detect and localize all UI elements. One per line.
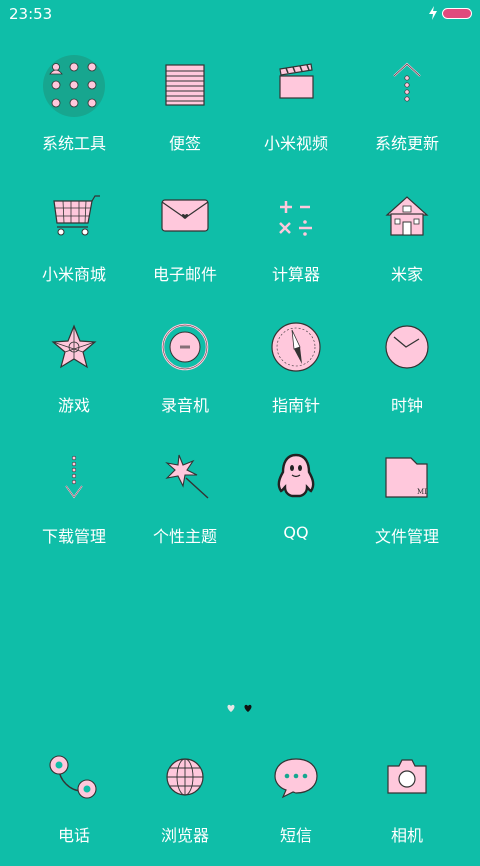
message-bubble-icon — [264, 746, 328, 810]
dock-phone[interactable]: 电话 — [19, 746, 129, 866]
app-themes[interactable]: 个性主题 — [130, 447, 240, 567]
recorder-icon — [153, 316, 217, 380]
app-calculator[interactable]: 计算器 — [241, 185, 351, 305]
app-label: 短信 — [279, 826, 312, 845]
camera-icon — [375, 746, 439, 810]
file-manager-icon: MI — [375, 447, 439, 511]
star-game-icon — [42, 316, 106, 380]
notes-icon — [153, 54, 217, 118]
page-dot-active — [244, 704, 252, 712]
app-label: 小米商城 — [41, 265, 106, 284]
dock-messages[interactable]: 短信 — [241, 746, 351, 866]
app-label: 计算器 — [271, 265, 320, 284]
app-label: 米家 — [390, 265, 423, 284]
app-label: 游戏 — [57, 396, 90, 415]
page-dot-inactive — [227, 704, 235, 712]
system-update-icon — [375, 54, 439, 118]
page-indicator — [226, 702, 256, 714]
app-compass[interactable]: 指南针 — [241, 316, 351, 436]
calculator-icon — [264, 185, 328, 249]
qq-penguin-icon — [264, 447, 328, 511]
dock-camera[interactable]: 相机 — [352, 746, 462, 866]
clock-icon — [375, 316, 439, 380]
app-label: 系统更新 — [374, 134, 439, 153]
app-label: 录音机 — [160, 396, 209, 415]
app-clock[interactable]: 时钟 — [352, 316, 462, 436]
app-label: 个性主题 — [152, 527, 217, 546]
app-notes[interactable]: 便签 — [130, 54, 240, 174]
app-label: 便签 — [168, 134, 201, 153]
app-mi-home[interactable]: 米家 — [352, 185, 462, 305]
status-bar: 23:53 — [0, 0, 480, 28]
video-clapper-icon — [264, 54, 328, 118]
shopping-cart-icon — [42, 185, 106, 249]
app-label: 系统工具 — [41, 134, 106, 153]
magic-wand-icon — [153, 447, 217, 511]
phone-icon — [42, 746, 106, 810]
svg-text:MI: MI — [417, 488, 427, 496]
globe-icon — [153, 746, 217, 810]
app-email[interactable]: 电子邮件 — [130, 185, 240, 305]
app-label: 浏览器 — [160, 826, 209, 845]
app-label: 电话 — [57, 826, 90, 845]
charging-icon — [428, 6, 438, 20]
house-icon — [375, 185, 439, 249]
app-label: 文件管理 — [374, 527, 439, 546]
compass-icon — [264, 316, 328, 380]
download-arrow-icon — [42, 447, 106, 511]
app-label: 时钟 — [390, 396, 423, 415]
app-downloads[interactable]: 下载管理 — [19, 447, 129, 567]
app-recorder[interactable]: 录音机 — [130, 316, 240, 436]
app-label: QQ — [283, 523, 309, 542]
app-mi-store[interactable]: 小米商城 — [19, 185, 129, 305]
app-label: 指南针 — [271, 396, 320, 415]
app-file-manager[interactable]: MI 文件管理 — [352, 447, 462, 567]
battery-icon — [442, 8, 472, 19]
dock-browser[interactable]: 浏览器 — [130, 746, 240, 866]
envelope-icon — [153, 185, 217, 249]
system-tools-icon — [42, 54, 106, 118]
app-system-tools[interactable]: 系统工具 — [19, 54, 129, 174]
app-label: 电子邮件 — [152, 265, 217, 284]
app-mi-video[interactable]: 小米视频 — [241, 54, 351, 174]
app-games[interactable]: 游戏 — [19, 316, 129, 436]
status-time: 23:53 — [9, 5, 53, 23]
app-label: 下载管理 — [41, 527, 106, 546]
app-qq[interactable]: QQ — [241, 447, 351, 567]
app-label: 相机 — [390, 826, 423, 845]
app-label: 小米视频 — [263, 134, 328, 153]
app-system-update[interactable]: 系统更新 — [352, 54, 462, 174]
